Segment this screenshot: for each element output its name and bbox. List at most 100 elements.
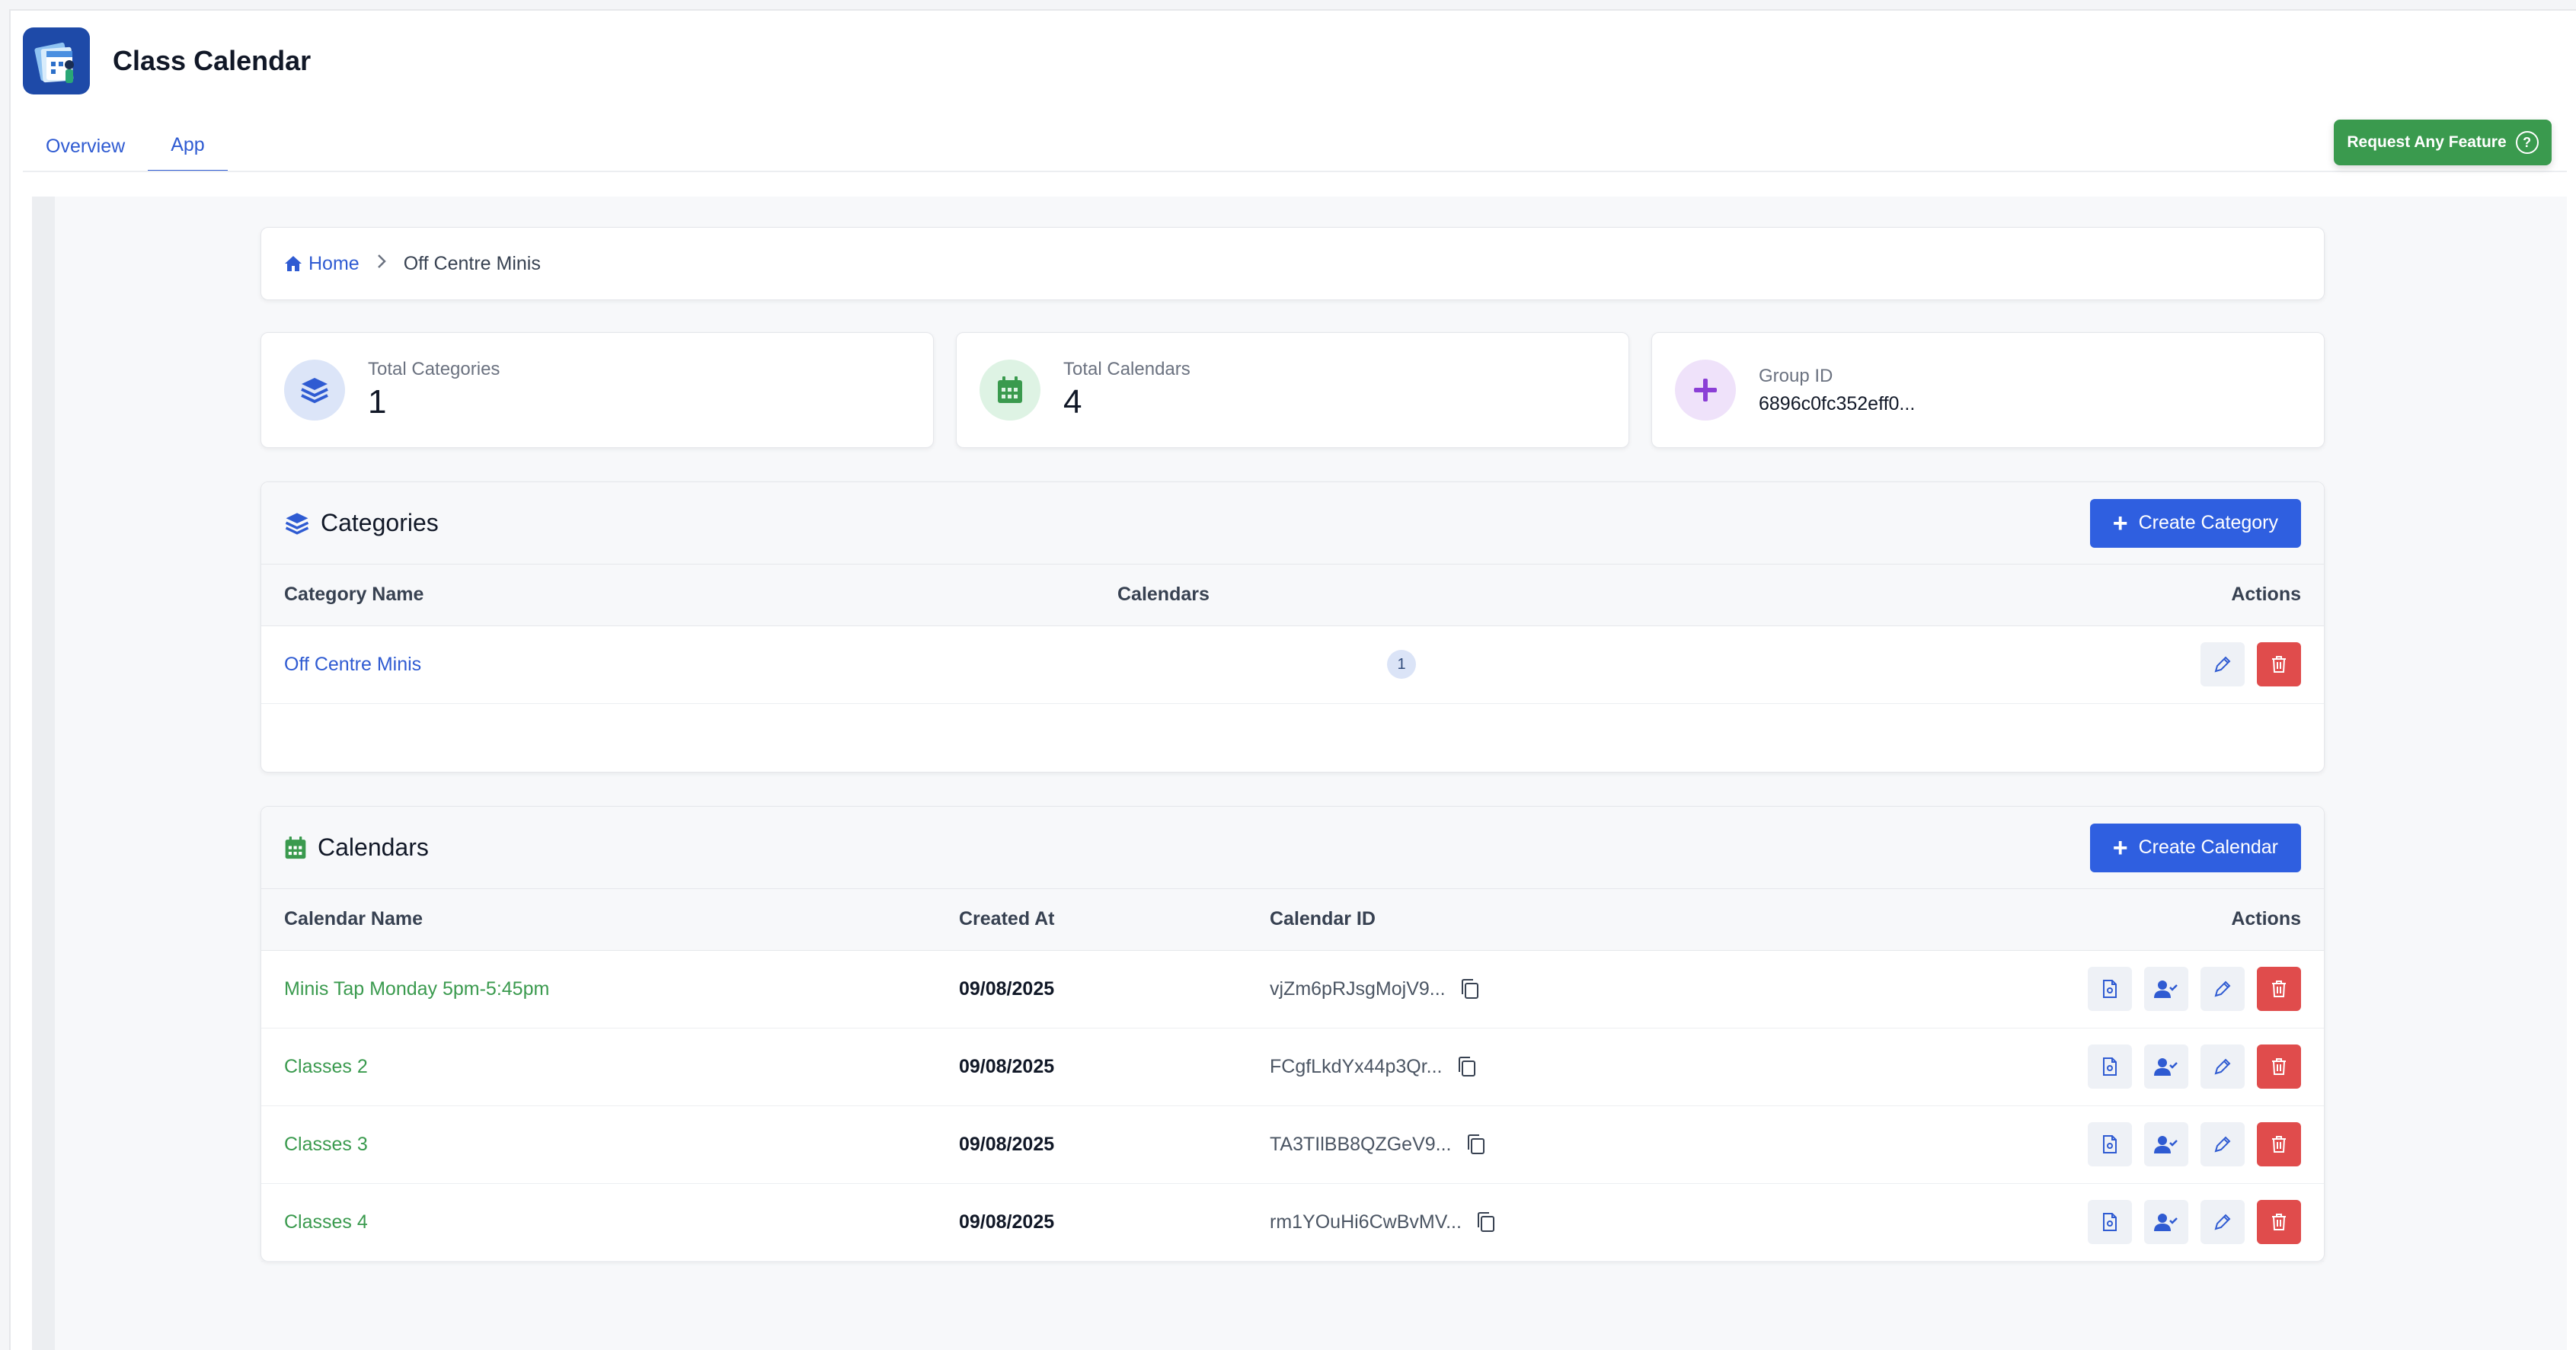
- tab-app[interactable]: App: [148, 120, 228, 172]
- create-category-label: Create Category: [2138, 512, 2278, 533]
- copy-icon[interactable]: [1465, 1133, 1487, 1156]
- delete-button[interactable]: [2257, 1122, 2301, 1166]
- copy-icon[interactable]: [1459, 977, 1481, 1000]
- breadcrumb-home-link[interactable]: Home: [284, 253, 360, 275]
- calendars-header: Calendars + Create Calendar: [261, 807, 2324, 889]
- calendar-name-link[interactable]: Classes 4: [284, 1211, 368, 1233]
- document-icon: [2103, 1135, 2117, 1153]
- calendar-id-value: TA3TIlBB8QZGeV9...: [1270, 1133, 1452, 1155]
- edit-button[interactable]: [2200, 1044, 2245, 1089]
- create-calendar-label: Create Calendar: [2138, 837, 2278, 858]
- app-title: Class Calendar: [113, 45, 312, 76]
- edit-button[interactable]: [2200, 642, 2245, 686]
- stat-group-id: Group ID 6896c0fc352eff0...: [1651, 332, 2325, 448]
- assign-user-button[interactable]: [2144, 1044, 2188, 1089]
- delete-button[interactable]: [2257, 642, 2301, 686]
- calendar-name-link[interactable]: Classes 2: [284, 1056, 368, 1077]
- stat-value: 4: [1063, 383, 1082, 421]
- created-at: 09/08/2025: [959, 1211, 1055, 1233]
- calendar-id-value: vjZm6pRJsgMojV9...: [1270, 977, 1446, 1000]
- table-row: Classes 2 09/08/2025 FCgfLkdYx44p3Qr...: [261, 1028, 2324, 1106]
- stat-total-categories: Total Categories 1: [260, 332, 934, 448]
- delete-button[interactable]: [2257, 1044, 2301, 1089]
- view-embed-button[interactable]: [2088, 1200, 2132, 1244]
- delete-button[interactable]: [2257, 967, 2301, 1011]
- categories-table: Category Name Calendars Actions Off Cent…: [261, 565, 2324, 704]
- column-header: Created At: [936, 889, 1247, 951]
- user-check-icon: [2154, 981, 2178, 998]
- calendar-icon: [285, 836, 306, 859]
- stat-value: 1: [368, 383, 387, 421]
- breadcrumb: Home Off Centre Minis: [260, 227, 2325, 300]
- tab-overview[interactable]: Overview: [23, 120, 148, 172]
- stat-label: Total Categories: [368, 359, 500, 379]
- create-calendar-button[interactable]: + Create Calendar: [2089, 823, 2301, 872]
- edit-button[interactable]: [2200, 1200, 2245, 1244]
- table-row: Minis Tap Monday 5pm-5:45pm 09/08/2025 v…: [261, 950, 2324, 1028]
- user-check-icon: [2154, 1136, 2178, 1153]
- user-check-icon: [2154, 1214, 2178, 1231]
- calendars-table: Calendar Name Created At Calendar ID Act…: [261, 889, 2324, 1262]
- column-header: Calendars: [1095, 565, 1958, 626]
- stat-label: Group ID: [1759, 365, 1833, 386]
- view-embed-button[interactable]: [2088, 967, 2132, 1011]
- breadcrumb-current: Off Centre Minis: [403, 252, 541, 274]
- calendar-id-value: FCgfLkdYx44p3Qr...: [1270, 1055, 1443, 1077]
- calendar-name-link[interactable]: Minis Tap Monday 5pm-5:45pm: [284, 978, 549, 1000]
- chevron-right-icon: [376, 253, 387, 275]
- column-header: Calendar Name: [261, 889, 936, 951]
- copy-icon[interactable]: [1456, 1055, 1478, 1078]
- edit-button[interactable]: [2200, 1122, 2245, 1166]
- create-category-button[interactable]: + Create Category: [2089, 498, 2301, 548]
- trash-icon: [2272, 1214, 2286, 1230]
- table-row: Classes 3 09/08/2025 TA3TIlBB8QZGeV9...: [261, 1105, 2324, 1184]
- group-id-value: 6896c0fc352eff0...: [1759, 392, 1916, 414]
- assign-user-button[interactable]: [2144, 1122, 2188, 1166]
- table-row: Off Centre Minis 1: [261, 625, 2324, 704]
- calendar-name-link[interactable]: Classes 3: [284, 1134, 368, 1155]
- trash-icon: [2272, 1136, 2286, 1153]
- app-logo: [23, 27, 90, 94]
- created-at: 09/08/2025: [959, 977, 1055, 1000]
- copy-icon[interactable]: [1475, 1211, 1497, 1233]
- category-name-link[interactable]: Off Centre Minis: [284, 654, 421, 675]
- calendar-id-value: rm1YOuHi6CwBvMV...: [1270, 1211, 1462, 1233]
- column-header: Actions: [1957, 565, 2324, 626]
- calendars-card: Calendars + Create Calendar Calendar Nam…: [260, 806, 2325, 1262]
- categories-header: Categories + Create Category: [261, 482, 2324, 565]
- document-icon: [2103, 1213, 2117, 1231]
- pencil-icon: [2214, 981, 2231, 997]
- layers-icon: [284, 360, 345, 421]
- tab-bar: Overview App: [23, 120, 228, 172]
- column-header: Category Name: [261, 565, 1095, 626]
- stat-label: Total Calendars: [1063, 359, 1191, 379]
- view-embed-button[interactable]: [2088, 1044, 2132, 1089]
- assign-user-button[interactable]: [2144, 967, 2188, 1011]
- calendars-title: Calendars: [318, 833, 429, 861]
- plus-icon: [1675, 360, 1736, 421]
- pencil-icon: [2214, 1136, 2231, 1153]
- app-header: Class Calendar: [23, 21, 311, 101]
- created-at: 09/08/2025: [959, 1055, 1055, 1077]
- user-check-icon: [2154, 1058, 2178, 1076]
- edit-button[interactable]: [2200, 967, 2245, 1011]
- assign-user-button[interactable]: [2144, 1200, 2188, 1244]
- tabs-divider: [23, 171, 2567, 172]
- request-feature-label: Request Any Feature: [2347, 133, 2507, 151]
- trash-icon: [2272, 981, 2286, 997]
- calendar-count-badge: 1: [1387, 650, 1416, 679]
- delete-button[interactable]: [2257, 1200, 2301, 1244]
- help-icon: ?: [2515, 131, 2539, 154]
- view-embed-button[interactable]: [2088, 1122, 2132, 1166]
- document-icon: [2103, 1057, 2117, 1076]
- categories-title: Categories: [321, 509, 439, 536]
- home-icon: [285, 256, 302, 271]
- created-at: 09/08/2025: [959, 1133, 1055, 1155]
- column-header: Actions: [1799, 889, 2324, 951]
- trash-icon: [2272, 656, 2286, 673]
- pencil-icon: [2214, 656, 2231, 673]
- request-feature-button[interactable]: Request Any Feature ?: [2334, 120, 2552, 165]
- trash-icon: [2272, 1058, 2286, 1075]
- pencil-icon: [2214, 1214, 2231, 1230]
- calendar-icon: [980, 360, 1040, 421]
